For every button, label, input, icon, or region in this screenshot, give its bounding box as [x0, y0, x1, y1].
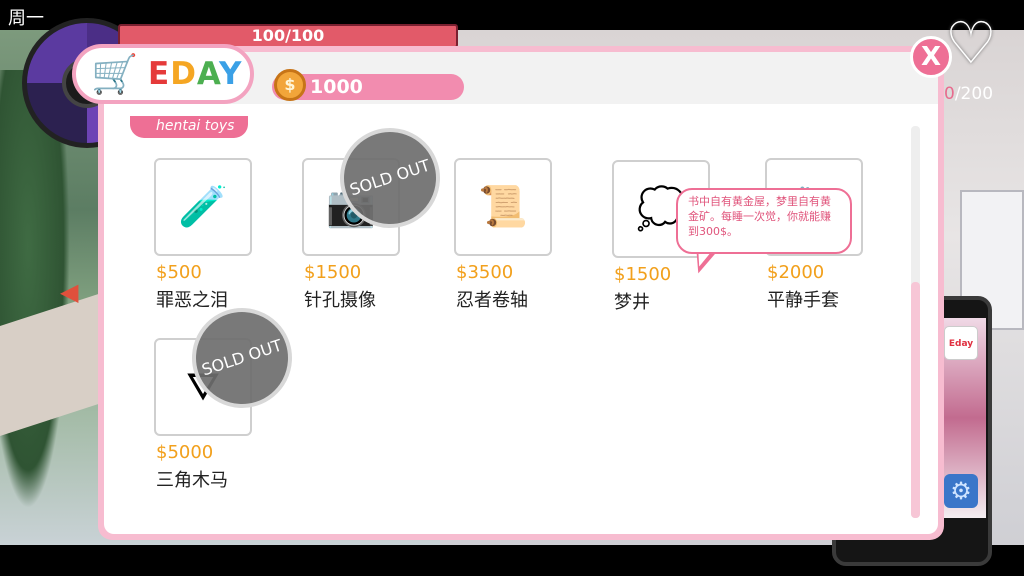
heart-counter-total: /200 [954, 84, 994, 104]
item-tooltip: 书中自有黄金屋，梦里自有黄金矿。每睡一次觉，你就能赚到300$。 [676, 188, 852, 254]
close-button[interactable]: X [910, 36, 952, 78]
item-price: $1500 [614, 264, 672, 285]
item-price: $3500 [456, 262, 514, 283]
item-price: $500 [156, 262, 202, 283]
phone-eday-app-icon[interactable]: Eday [944, 326, 978, 360]
item-price: $5000 [156, 442, 214, 463]
heart-counter: 0/200 [944, 84, 993, 104]
item-name: 梦井 [614, 292, 650, 313]
logo-letter: D [170, 56, 197, 92]
scrollbar-thumb[interactable] [911, 282, 920, 518]
logo-letter: E [148, 56, 171, 92]
logo-letter: Y [218, 56, 243, 92]
logo-letter: A [196, 56, 219, 92]
cart-icon: 🛒 [91, 52, 139, 96]
item-slot[interactable]: 🧪 [154, 158, 252, 256]
item-name: 罪恶之泪 [156, 290, 228, 311]
scroll-icon: 📜 [478, 184, 528, 230]
eday-logo: 🛒 EDAY [72, 44, 254, 104]
potion-icon: 🧪 [178, 184, 228, 230]
item-price: $2000 [767, 262, 825, 283]
category-tab[interactable]: hentai toys [130, 116, 249, 138]
item-name: 针孔摄像 [304, 290, 376, 311]
red-arrow-icon[interactable]: ◀ [60, 280, 100, 304]
item-name: 忍者卷轴 [456, 290, 528, 311]
item-name: 三角木马 [156, 470, 228, 491]
item-name: 平静手套 [767, 290, 839, 311]
logo-text: EDAY [148, 56, 242, 92]
hp-text: 100/100 [251, 26, 325, 45]
money-amount: 1000 [310, 76, 363, 98]
heart-counter-current: 0 [944, 84, 955, 104]
item-price: $1500 [304, 262, 362, 283]
settings-gear-icon[interactable]: ⚙ [944, 474, 978, 508]
day-label: 周一 [8, 8, 44, 29]
item-slot[interactable]: 📜 [454, 158, 552, 256]
coin-icon: $ [274, 69, 306, 101]
